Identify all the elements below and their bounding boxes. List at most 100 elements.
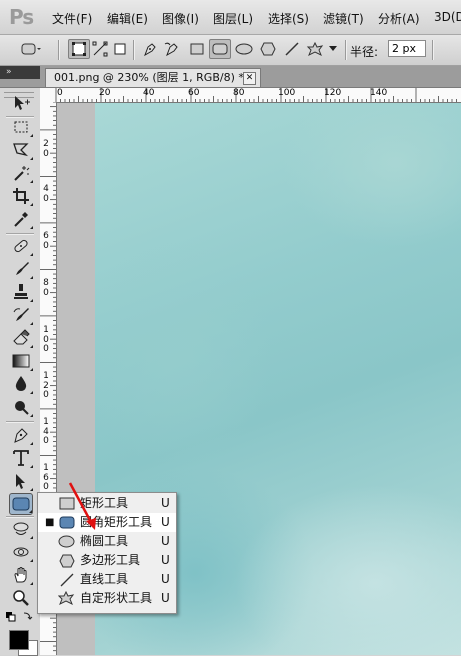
magic-wand-tool[interactable]	[9, 162, 33, 184]
ruler-label: 120	[324, 88, 342, 98]
shape-layers-button[interactable]	[68, 39, 90, 59]
menu-layer[interactable]: 图层(L)	[213, 10, 253, 27]
rectangle-tool-button[interactable]	[186, 39, 208, 59]
crop-tool[interactable]	[9, 185, 33, 207]
custom-shape-tool-button[interactable]	[305, 39, 327, 59]
rounded-rectangle-tool-button[interactable]	[209, 39, 231, 59]
type-tool[interactable]	[9, 447, 33, 469]
menu-file[interactable]: 文件(F)	[52, 10, 92, 27]
3d-rotate-icon	[13, 522, 29, 535]
ruler-label: 6	[43, 231, 49, 241]
collapse-panel-button[interactable]: »	[0, 66, 40, 79]
ruler-label: 40	[143, 88, 155, 98]
flyout-indicator	[30, 368, 33, 371]
hand-tool[interactable]	[9, 564, 33, 586]
color-swap-controls[interactable]	[4, 610, 34, 624]
flyout-indicator	[30, 203, 33, 206]
flyout-item-polygon[interactable]: 多边形工具 U	[38, 551, 176, 570]
ellipse-tool-button[interactable]	[233, 39, 255, 59]
options-bar: 半径:	[0, 35, 461, 66]
flyout-item-label: 多边形工具	[80, 553, 141, 567]
history-brush-tool[interactable]	[9, 304, 33, 326]
eyedropper-tool[interactable]	[9, 208, 33, 230]
paths-button[interactable]	[89, 39, 111, 59]
dodge-tool[interactable]	[9, 396, 33, 418]
menu-image[interactable]: 图像(I)	[162, 10, 199, 27]
flyout-item-label: 圆角矩形工具	[80, 515, 153, 529]
polygon-tool-button[interactable]	[257, 39, 279, 59]
divider	[6, 421, 34, 423]
menu-select[interactable]: 选择(S)	[268, 10, 309, 27]
ellipse-icon	[58, 534, 75, 549]
document-tab-title: 001.png @ 230% (图层 1, RGB/8) *	[54, 71, 244, 84]
flyout-item-label: 矩形工具	[80, 496, 129, 510]
custom-shape-icon	[58, 591, 75, 606]
path-selection-tool[interactable]	[9, 470, 33, 492]
menu-filter[interactable]: 滤镜(T)	[323, 10, 364, 27]
brush-tool[interactable]	[9, 258, 33, 280]
dodge-icon	[15, 401, 29, 415]
flyout-indicator	[30, 465, 33, 468]
lasso-tool[interactable]	[9, 139, 33, 161]
move-icon	[15, 96, 30, 110]
horizontal-ruler[interactable]: 0 20 40 60 80 100 120 140	[40, 88, 461, 103]
divider	[133, 40, 135, 60]
freeform-pen-icon	[164, 42, 178, 57]
document-tab-strip: » 001.png @ 230% (图层 1, RGB/8) * ✕	[0, 66, 461, 88]
ruler-label: 1	[43, 325, 49, 335]
3d-rotate-tool[interactable]	[9, 518, 33, 540]
flyout-indicator	[30, 253, 33, 256]
flyout-item-line[interactable]: 直线工具 U	[38, 570, 176, 589]
flyout-item-rounded-rectangle[interactable]: ■ 圆角矩形工具 U	[38, 513, 176, 532]
flyout-indicator	[30, 345, 33, 348]
move-tool[interactable]	[9, 92, 33, 114]
foreground-color-swatch[interactable]	[9, 630, 29, 650]
menu-3d[interactable]: 3D(D	[434, 10, 461, 24]
radius-input[interactable]	[388, 40, 426, 57]
flyout-indicator	[30, 559, 33, 562]
hand-icon	[14, 567, 27, 583]
path-selection-icon	[16, 474, 25, 489]
close-icon[interactable]: ✕	[243, 72, 256, 85]
zoom-tool[interactable]	[9, 587, 33, 609]
flyout-indicator	[30, 536, 33, 539]
pen-tool[interactable]	[9, 424, 33, 446]
flyout-item-ellipse[interactable]: 椭圆工具 U	[38, 532, 176, 551]
selected-bullet: ■	[45, 517, 55, 528]
gradient-icon	[12, 354, 30, 368]
flyout-item-custom-shape[interactable]: 自定形状工具 U	[38, 589, 176, 608]
ruler-label: 20	[99, 88, 111, 98]
flyout-item-rectangle[interactable]: 矩形工具 U	[38, 494, 176, 513]
magic-wand-icon	[14, 166, 30, 181]
document-tab[interactable]: 001.png @ 230% (图层 1, RGB/8) * ✕	[45, 68, 261, 87]
tools-panel	[0, 88, 41, 656]
pen-icon	[144, 43, 156, 57]
menu-analysis[interactable]: 分析(A)	[378, 10, 420, 27]
eraser-tool[interactable]	[9, 327, 33, 349]
ruler-label: 1	[43, 417, 49, 427]
rectangle-icon	[58, 496, 75, 511]
tool-preset-picker[interactable]	[20, 39, 42, 59]
menu-edit[interactable]: 编辑(E)	[107, 10, 148, 27]
fill-pixels-button[interactable]	[109, 39, 131, 59]
polygon-icon	[58, 553, 75, 568]
flyout-item-label: 自定形状工具	[80, 591, 153, 605]
stamp-icon	[14, 284, 28, 299]
ruler-label: 2 0	[43, 381, 49, 400]
clone-stamp-tool[interactable]	[9, 281, 33, 303]
rounded-rectangle-tool[interactable]	[9, 493, 33, 515]
ruler-label: 6 0	[43, 473, 49, 492]
ruler-label: 0	[57, 88, 63, 98]
line-tool-button[interactable]	[281, 39, 303, 59]
healing-brush-tool[interactable]	[9, 235, 33, 257]
ruler-label: 4 0	[43, 427, 49, 446]
shape-options-dropdown[interactable]	[326, 39, 340, 59]
rounded-rectangle-icon	[12, 497, 30, 511]
3d-orbit-tool[interactable]	[9, 541, 33, 563]
freeform-pen-button[interactable]	[161, 39, 183, 59]
pen-tool-button[interactable]	[139, 39, 161, 59]
gradient-tool[interactable]	[9, 350, 33, 372]
marquee-tool[interactable]	[9, 116, 33, 138]
blur-tool[interactable]	[9, 373, 33, 395]
shortcut-key: U	[161, 591, 170, 605]
